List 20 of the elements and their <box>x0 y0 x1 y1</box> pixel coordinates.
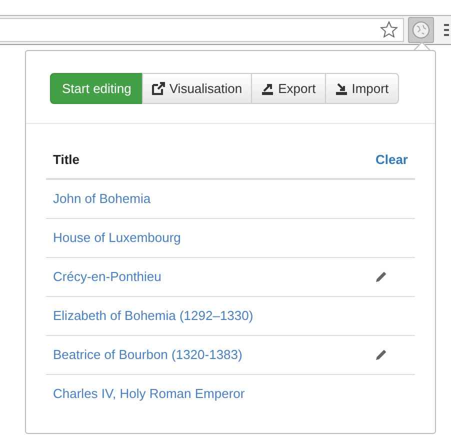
clear-link[interactable]: Clear <box>375 150 408 170</box>
menu-icon[interactable] <box>444 24 449 36</box>
article-link[interactable]: John of Bohemia <box>53 188 151 208</box>
pencil-icon[interactable] <box>375 270 387 282</box>
export-icon <box>261 82 274 95</box>
import-icon <box>334 82 348 95</box>
article-link[interactable]: Elizabeth of Bohemia (1292–1330) <box>53 306 254 326</box>
import-button[interactable]: Import <box>324 73 399 104</box>
globe-icon <box>412 21 430 39</box>
bookmark-star-icon[interactable] <box>379 20 399 40</box>
pencil-icon[interactable] <box>375 348 387 360</box>
article-link[interactable]: Crécy-en-Ponthieu <box>53 266 162 286</box>
article-link[interactable]: House of Luxembourg <box>53 228 181 248</box>
external-link-icon <box>152 82 166 95</box>
visualise-button[interactable]: Visualisation <box>142 73 252 104</box>
export-button[interactable]: Export <box>251 73 326 104</box>
article-link[interactable]: Beatrice of Bourbon (1320-1383) <box>53 344 242 364</box>
start-editing-button[interactable]: Start editing <box>50 73 144 104</box>
column-header: Title <box>53 151 80 169</box>
article-link[interactable]: Charles IV, Holy Roman Emperor <box>53 384 245 404</box>
